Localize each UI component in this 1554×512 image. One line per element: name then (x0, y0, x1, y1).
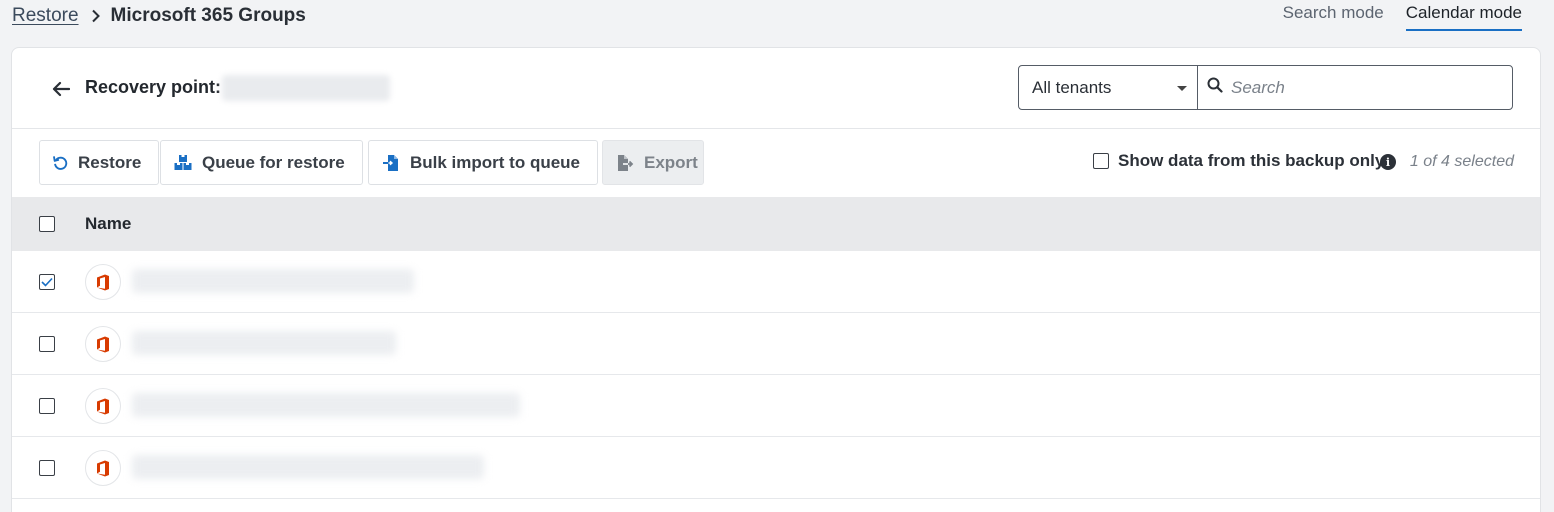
table-header: Name (12, 197, 1540, 251)
file-export-icon (616, 154, 634, 172)
info-icon[interactable]: i (1380, 154, 1396, 170)
row-checkbox[interactable] (39, 398, 55, 414)
select-all-checkbox[interactable] (39, 216, 55, 232)
checkmark-icon (41, 277, 53, 287)
tab-search-mode[interactable]: Search mode (1283, 3, 1384, 31)
queue-for-restore-button[interactable]: Queue for restore (160, 140, 363, 185)
row-checkbox[interactable] (39, 274, 55, 290)
search-input[interactable] (1231, 77, 1501, 98)
restore-button[interactable]: Restore (39, 140, 160, 185)
selected-count: 1 of 4 selected (1409, 153, 1514, 170)
tenant-select-value: All tenants (1032, 77, 1112, 97)
table-row[interactable] (12, 251, 1540, 313)
tenant-select[interactable]: All tenants (1018, 65, 1198, 110)
caret-down-icon (1177, 86, 1187, 91)
export-button-label: Export (644, 152, 698, 172)
undo-icon (53, 155, 68, 170)
main-panel: Recovery point: All tenants Restore Queu… (11, 47, 1541, 512)
restore-button-label: Restore (78, 152, 142, 172)
row-name (132, 393, 520, 417)
breadcrumb: Restore Microsoft 365 Groups (12, 5, 306, 27)
page-title: Microsoft 365 Groups (110, 5, 306, 26)
toolbar: Restore Queue for restore Bulk import to… (12, 129, 1540, 197)
table-row[interactable] (12, 437, 1540, 499)
office-icon (85, 450, 121, 486)
office-icon (85, 326, 121, 362)
panel-header: Recovery point: All tenants (12, 48, 1540, 129)
search-icon (1207, 77, 1223, 98)
row-name (132, 269, 414, 293)
show-data-label: Show data from this backup only (1118, 151, 1385, 170)
queue-for-restore-label: Queue for restore (202, 152, 345, 172)
recovery-point-value (222, 75, 390, 101)
show-data-toggle[interactable]: Show data from this backup only (1093, 151, 1384, 171)
show-data-checkbox[interactable] (1093, 153, 1109, 169)
boxes-icon (174, 154, 192, 171)
search-box[interactable] (1197, 65, 1513, 110)
table-row[interactable] (12, 313, 1540, 375)
export-button[interactable]: Export (602, 140, 704, 185)
arrow-left-icon[interactable] (50, 78, 72, 100)
tab-calendar-mode[interactable]: Calendar mode (1405, 3, 1522, 31)
row-name (132, 331, 396, 355)
chevron-right-icon (91, 9, 101, 23)
mode-tabs: Search mode Calendar mode (1283, 3, 1522, 31)
bulk-import-button[interactable]: Bulk import to queue (368, 140, 598, 185)
office-icon (85, 388, 121, 424)
breadcrumb-restore-link[interactable]: Restore (12, 5, 79, 27)
office-icon (85, 264, 121, 300)
table-row[interactable] (12, 375, 1540, 437)
column-header-name[interactable]: Name (85, 214, 131, 234)
table-body (12, 251, 1540, 499)
recovery-point-label: Recovery point: (85, 77, 222, 97)
row-checkbox[interactable] (39, 460, 55, 476)
bulk-import-label: Bulk import to queue (410, 152, 580, 172)
row-name (132, 455, 484, 479)
row-checkbox[interactable] (39, 336, 55, 352)
file-import-icon (382, 154, 400, 172)
